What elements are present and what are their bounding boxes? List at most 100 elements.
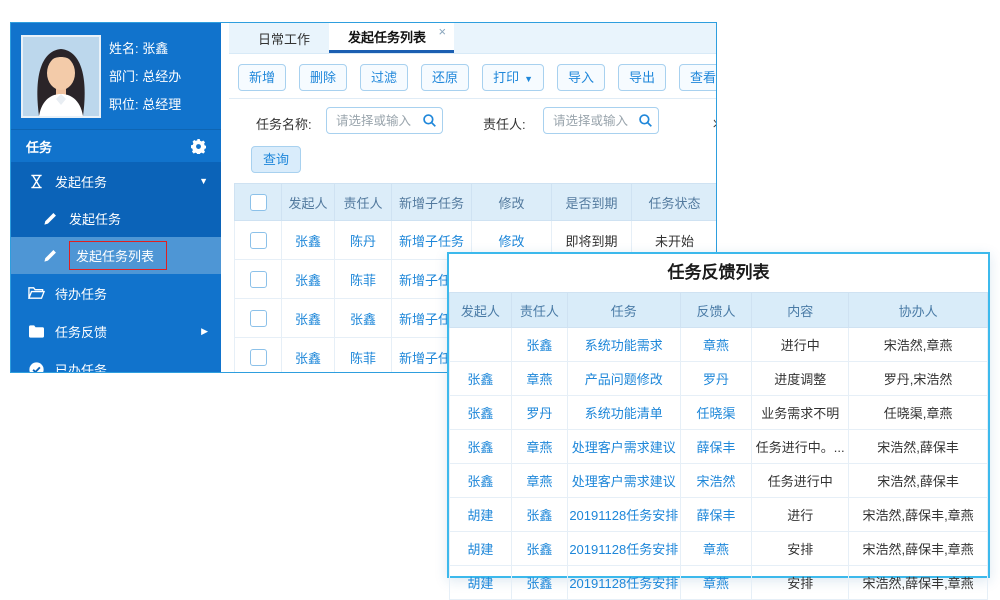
sidebar-item-initiate-task-list[interactable]: 发起任务列表 [11,237,221,274]
feedback-person-cell[interactable]: 章燕 [680,566,752,600]
tab-initiate-task-list[interactable]: 发起任务列表 × [329,23,454,53]
task-name-label: 任务名称: [256,114,312,133]
owner-cell[interactable]: 张鑫 [511,566,567,600]
row-checkbox[interactable] [250,271,267,288]
co-organizer-cell: 任晓渠,章燕 [849,396,988,430]
owner-cell[interactable]: 章燕 [511,464,567,498]
column-header: 协办人 [849,293,988,328]
initiator-cell[interactable]: 张鑫 [282,260,335,299]
owner-cell[interactable]: 张鑫 [511,328,567,362]
chevron-down-icon: ▼ [199,177,208,186]
owner-cell[interactable]: 罗丹 [511,396,567,430]
initiator-cell[interactable]: 张鑫 [450,362,512,396]
sidebar-item-todo-tasks[interactable]: 待办任务 [11,274,221,312]
delete-button[interactable]: 删除 [299,64,347,91]
owner-cell[interactable]: 张鑫 [511,498,567,532]
feedback-person-cell[interactable]: 宋浩然 [680,464,752,498]
filter-button[interactable]: 过滤 [360,64,408,91]
initiator-cell[interactable]: 张鑫 [450,464,512,498]
toolbar: 新增 删除 过滤 还原 打印▼ 导入 导出 查看日志 [229,54,716,99]
task-link[interactable]: 处理客户需求建议 [567,464,680,498]
initiator-cell[interactable]: 张鑫 [450,430,512,464]
task-link[interactable]: 产品问题修改 [567,362,680,396]
sidebar-item-done-tasks[interactable]: 已办任务 [11,350,221,372]
gear-icon[interactable] [191,139,206,154]
feedback-row: 胡建 张鑫 20191128任务安排 章燕 安排 宋浩然,薛保丰,章燕 [450,532,988,566]
owner-cell[interactable]: 章燕 [511,430,567,464]
feedback-person-cell[interactable]: 薛保丰 [680,430,752,464]
owner-cell[interactable]: 陈菲 [335,338,392,373]
initiator-cell[interactable]: 张鑫 [282,221,335,260]
user-card: 姓名: 张鑫 部门: 总经办 职位: 总经理 [11,23,221,129]
task-link[interactable]: 20191128任务安排 [567,566,680,600]
content-cell: 进行中 [752,328,849,362]
co-organizer-cell: 宋浩然,章燕 [849,328,988,362]
row-checkbox[interactable] [250,349,267,366]
task-name-input[interactable] [334,113,422,129]
row-checkbox[interactable] [250,310,267,327]
row-checkbox[interactable] [250,232,267,249]
task-link[interactable]: 处理客户需求建议 [567,430,680,464]
task-name-field[interactable] [326,107,443,134]
feedback-person-cell[interactable]: 章燕 [680,532,752,566]
export-button[interactable]: 导出 [618,64,666,91]
sidebar-section-tasks: 任务 [11,129,221,162]
feedback-list-window: 任务反馈列表 发起人 责任人 任务 反馈人 内容 协办人 张鑫 系统功能需求 章… [447,252,990,578]
search-icon[interactable] [638,113,653,128]
initiator-cell[interactable] [450,328,512,362]
initiator-cell[interactable]: 胡建 [450,566,512,600]
owner-cell[interactable]: 章燕 [511,362,567,396]
print-dropdown-button[interactable]: 打印▼ [482,64,544,91]
feedback-person-cell[interactable]: 章燕 [680,328,752,362]
pencil-icon [41,249,59,263]
task-table-header-row: 发起人 责任人 新增子任务 修改 是否到期 任务状态 [235,184,717,221]
user-position: 职位: 总经理 [109,91,181,119]
task-link[interactable]: 20191128任务安排 [567,498,680,532]
owner-cell[interactable]: 张鑫 [511,532,567,566]
feedback-row: 张鑫 章燕 处理客户需求建议 宋浩然 任务进行中 宋浩然,薛保丰 [450,464,988,498]
sidebar-item-initiate-task-group[interactable]: 发起任务 ▼ [11,162,221,200]
search-icon[interactable] [422,113,437,128]
column-header: 任务 [567,293,680,328]
view-log-button[interactable]: 查看日志 [679,64,716,91]
content-cell: 进行 [752,498,849,532]
feedback-person-cell[interactable]: 薛保丰 [680,498,752,532]
feedback-person-cell[interactable]: 任晓渠 [680,396,752,430]
task-link[interactable]: 系统功能需求 [567,328,680,362]
query-button[interactable]: 查询 [251,146,301,173]
initiator-cell[interactable]: 张鑫 [282,299,335,338]
content-cell: 任务进行中 [752,464,849,498]
owner-field[interactable] [543,107,659,134]
column-header: 发起人 [450,293,512,328]
owner-input[interactable] [551,113,638,129]
sidebar-item-initiate-task[interactable]: 发起任务 [11,200,221,237]
owner-cell[interactable]: 陈丹 [335,221,392,260]
sidebar-item-task-feedback[interactable]: 任务反馈 ▶ [11,312,221,350]
initiator-cell[interactable]: 张鑫 [450,396,512,430]
content-cell: 业务需求不明 [752,396,849,430]
feedback-person-cell[interactable]: 罗丹 [680,362,752,396]
column-header: 责任人 [511,293,567,328]
initiator-cell[interactable]: 胡建 [450,532,512,566]
task-link[interactable]: 20191128任务安排 [567,532,680,566]
import-button[interactable]: 导入 [557,64,605,91]
user-name: 姓名: 张鑫 [109,35,181,63]
sidebar-item-label: 发起任务 [55,172,107,191]
feedback-row: 张鑫 系统功能需求 章燕 进行中 宋浩然,章燕 [450,328,988,362]
add-button[interactable]: 新增 [238,64,286,91]
status-label-clipped: 状态: [713,114,716,133]
sidebar-item-label: 任务反馈 [55,322,107,341]
avatar [21,35,101,118]
initiator-cell[interactable]: 胡建 [450,498,512,532]
task-link[interactable]: 系统功能清单 [567,396,680,430]
hourglass-icon [27,174,45,189]
close-icon[interactable]: × [438,24,446,39]
tab-daily-work[interactable]: 日常工作 [239,23,329,53]
filter-row: 任务名称: 责任人: 状态: [229,99,716,146]
initiator-cell[interactable]: 张鑫 [282,338,335,373]
owner-cell[interactable]: 张鑫 [335,299,392,338]
select-all-checkbox[interactable] [250,194,267,211]
restore-button[interactable]: 还原 [421,64,469,91]
folder-open-icon [27,286,45,300]
owner-cell[interactable]: 陈菲 [335,260,392,299]
